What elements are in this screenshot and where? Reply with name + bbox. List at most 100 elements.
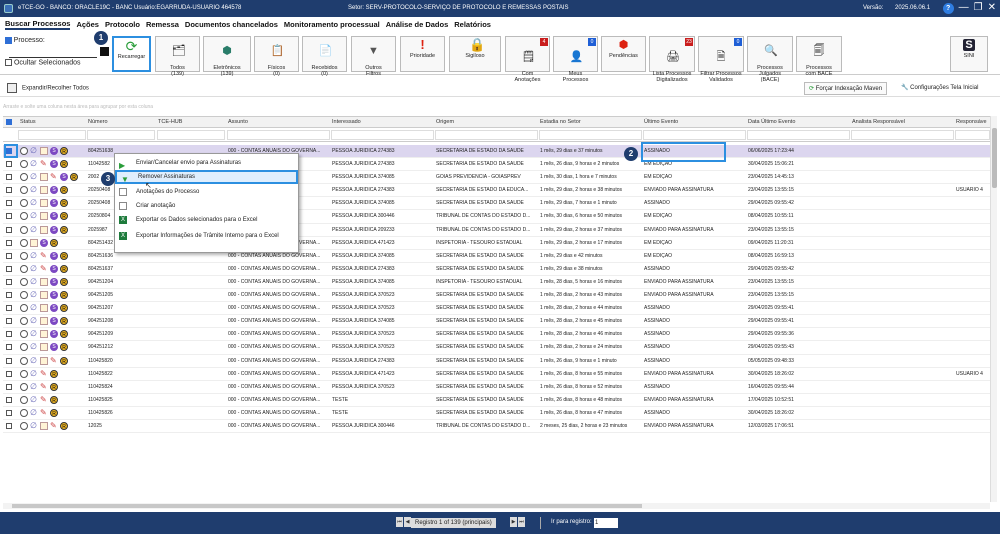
row-checkbox[interactable] [6, 344, 12, 351]
restore-icon[interactable]: ❐ [974, 2, 983, 14]
outros-filtros-button[interactable]: ▼ Outros Filtros [351, 36, 396, 77]
row-checkbox[interactable] [6, 370, 12, 377]
table-row[interactable]: ∅ ✎ R 110425825 000 - CONTAS ANUAIS DO GOVER… [3, 394, 990, 407]
row-checkbox[interactable] [6, 239, 12, 246]
vertical-scrollbar[interactable] [990, 116, 997, 502]
table-row[interactable]: ∅ ✎ R 110425826 000 - CONTAS ANUAIS DO GOVER… [3, 407, 990, 420]
pendencias-button[interactable]: ⬢ Pendências [601, 36, 646, 72]
table-row[interactable]: ∅ S R 904251212 000 - CONTAS ANUAIS DO GOVER… [3, 341, 990, 355]
row-checkbox[interactable] [6, 213, 12, 220]
row-checkbox[interactable] [6, 292, 12, 299]
menu-analise-dados[interactable]: Análise de Dados [386, 20, 449, 29]
recebidos-button[interactable]: 📄 Recebidos (0) [302, 36, 347, 77]
menu-remover-assinaturas[interactable]: ▼ Remover Assinaturas [115, 170, 298, 184]
filter-data[interactable] [747, 130, 850, 140]
col-tcehub[interactable]: TCE-HUB [158, 119, 182, 125]
processos-julgados-button[interactable]: 🔍 Processos Julgados (BACE) [747, 36, 793, 83]
goto-input[interactable]: 1 [594, 518, 618, 528]
row-checkbox[interactable] [6, 318, 12, 325]
menu-remessa[interactable]: Remessa [146, 20, 179, 29]
table-row[interactable]: ∅ ✎ R 110425824 000 - CONTAS ANUAIS DO GOVER… [3, 381, 990, 394]
prev-page-button[interactable]: ◀ [404, 517, 411, 527]
ocultar-checkbox[interactable] [5, 59, 12, 66]
menu-criar-anotacao[interactable]: Criar anotação [115, 199, 298, 213]
prioridade-button[interactable]: ! Prioridade [400, 36, 445, 72]
col-numero[interactable]: Número [88, 119, 108, 125]
next-page-button[interactable]: ▶ [510, 517, 517, 527]
menu-relatorios[interactable]: Relatórios [454, 20, 491, 29]
minimize-icon[interactable]: — [959, 2, 969, 14]
menu-documentos-chancelados[interactable]: Documentos chancelados [185, 20, 278, 29]
hscroll-thumb[interactable] [12, 504, 642, 508]
row-checkbox[interactable] [6, 174, 12, 181]
menu-exportar-selecionados[interactable]: X Exportar os Dados selecionados para o E… [115, 213, 298, 227]
col-origem[interactable]: Origem [436, 119, 454, 125]
processo-filter-check[interactable] [100, 47, 109, 56]
row-checkbox[interactable] [6, 252, 12, 259]
ocultar-selecionados[interactable]: Ocultar Selecionados [5, 59, 81, 66]
row-checkbox[interactable] [6, 278, 12, 285]
row-checkbox[interactable] [6, 200, 12, 207]
table-row[interactable]: ∅ S R 904251205 000 - CONTAS ANUAIS DO GOVER… [3, 289, 990, 303]
col-assunto[interactable]: Assunto [228, 119, 248, 125]
filter-interessado[interactable] [331, 130, 434, 140]
todos-button[interactable]: 🗂 Todos (139) [155, 36, 200, 77]
col-ultimo-evento[interactable]: Último Evento [644, 119, 678, 125]
menu-buscar-processos[interactable]: Buscar Processos [5, 19, 71, 30]
menu-anotacoes-processo[interactable]: Anotações do Processo [115, 185, 298, 199]
table-row[interactable]: ∅ S R 904251207 000 - CONTAS ANUAIS DO GOVER… [3, 302, 990, 316]
row-checkbox[interactable] [6, 305, 12, 312]
fisicos-button[interactable]: 📋 Físicos (0) [254, 36, 299, 77]
processos-com-bace-button[interactable]: 🗐 Processos com BACE [796, 36, 842, 77]
col-interessado[interactable]: Interessado [332, 119, 361, 125]
com-anotacoes-button[interactable]: 4 🗒 Com Anotações [505, 36, 550, 83]
row-checkbox[interactable] [6, 226, 12, 233]
filter-analista[interactable] [851, 130, 954, 140]
col-analista[interactable]: Analista Responsável [852, 119, 905, 125]
col-status[interactable]: Status [20, 119, 36, 125]
col-estadia[interactable]: Estadia no Setor [540, 119, 581, 125]
vscroll-thumb[interactable] [992, 128, 997, 188]
close-icon[interactable]: ✕ [988, 2, 996, 14]
filter-origem[interactable] [435, 130, 538, 140]
row-checkbox[interactable] [6, 331, 12, 338]
menu-protocolo[interactable]: Protocolo [105, 20, 140, 29]
first-page-button[interactable]: ⏮ [396, 517, 403, 527]
eletronicos-button[interactable]: ⬢ Eletrônicos (139) [203, 36, 251, 77]
table-row[interactable]: ∅ ✎ R 12025 000 - CONTAS ANUAIS DO GOVERNA..… [3, 420, 990, 434]
row-checkbox[interactable] [6, 396, 12, 403]
row-checkbox[interactable] [6, 409, 12, 416]
col-responsavel[interactable]: Responsáve [956, 119, 987, 125]
table-row[interactable]: ∅ ✎ R 110425822 000 - CONTAS ANUAIS DO GOVER… [3, 368, 990, 381]
filter-resp[interactable] [955, 130, 990, 140]
forcar-indexacao-button[interactable]: ⟳ Forçar Indexação Maven [804, 82, 888, 95]
filter-assunto[interactable] [227, 130, 330, 140]
sigiloso-button[interactable]: 🔒 Sigiloso [449, 36, 501, 72]
table-row[interactable]: ∅ S R 904251209 000 - CONTAS ANUAIS DO GOVER… [3, 328, 990, 342]
table-row[interactable]: ∅ ✎ S R 804251637 000 - CONTAS ANUAIS DO GOVE… [3, 263, 990, 276]
table-row[interactable]: ∅ ✎ R 110425820 000 - CONTAS ANUAIS DO GOVER… [3, 355, 990, 368]
last-page-button[interactable]: ⏭ [518, 517, 525, 527]
filter-ultimo[interactable] [643, 130, 746, 140]
lista-digitalizados-button[interactable]: 23 🖨 Lista Processos Digitalizados [649, 36, 695, 83]
help-icon[interactable]: ? [942, 2, 954, 14]
row-checkbox[interactable] [6, 265, 12, 272]
row-checkbox[interactable] [6, 422, 12, 429]
recarregar-button[interactable]: ⟳ Recarregar [112, 36, 151, 72]
processo-input[interactable] [9, 49, 97, 58]
filter-tcehub[interactable] [157, 130, 225, 140]
filter-status[interactable] [18, 130, 86, 140]
menu-enviar-assinaturas[interactable]: ▶ Enviar/Cancelar envio para Assinaturas [115, 156, 298, 170]
sini-button[interactable]: S SINI [950, 36, 988, 72]
menu-monitoramento[interactable]: Monitoramento processual [284, 20, 380, 29]
row-checkbox[interactable] [6, 357, 12, 364]
expand-collapse-button[interactable]: Expandir/Recolher Todos [7, 83, 89, 93]
select-all-checkbox[interactable] [6, 119, 12, 125]
col-data-ultimo[interactable]: Data Último Evento [748, 119, 795, 125]
menu-exportar-tramite[interactable]: X Exportar Informações de Trâmite Interno… [115, 229, 298, 243]
filtrar-validados-button[interactable]: 0 🗎 Filtrar Processos Validados [698, 36, 744, 83]
config-tela-button[interactable]: 🔧 Configurações Tela Inicial [897, 82, 982, 95]
processo-checkbox[interactable] [5, 37, 12, 44]
filter-estadia[interactable] [539, 130, 642, 140]
row-checkbox[interactable] [6, 161, 12, 168]
